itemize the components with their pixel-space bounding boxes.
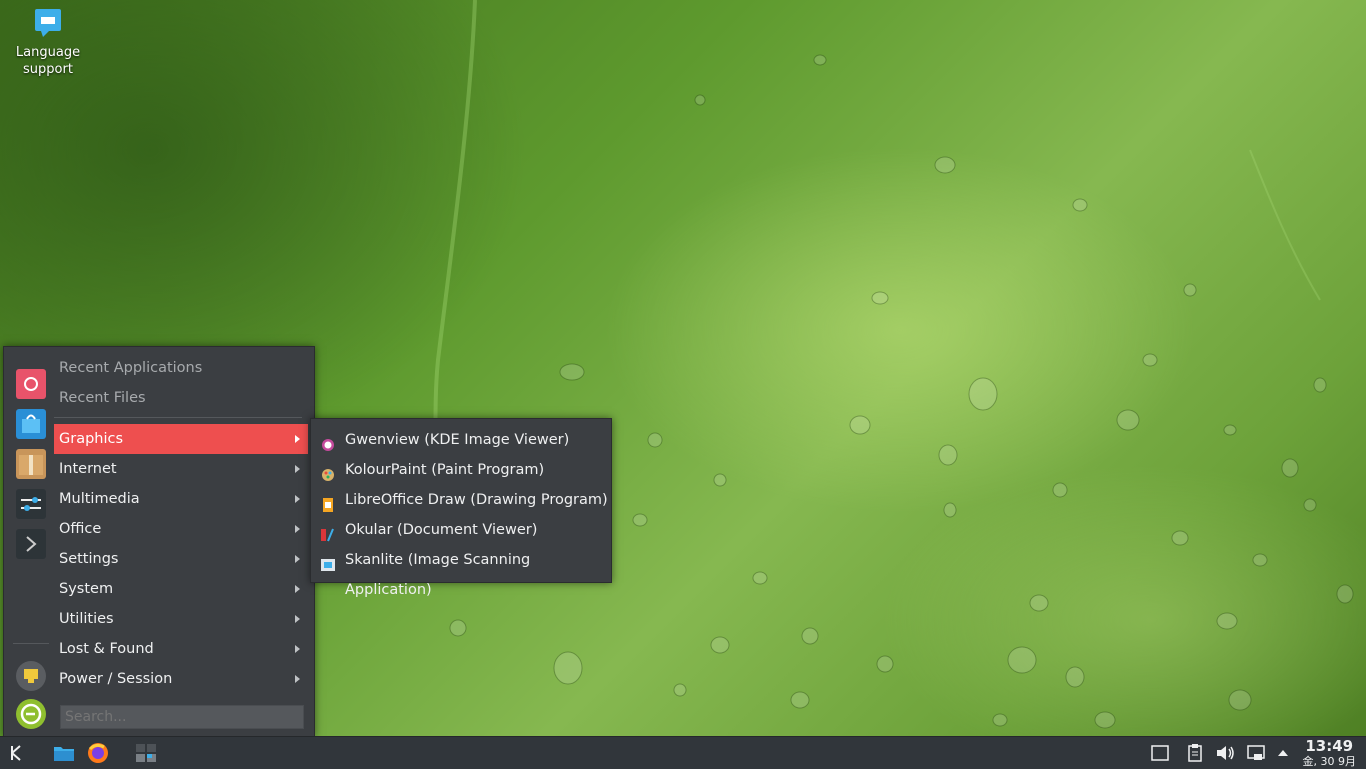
chevron-right-icon — [295, 615, 300, 623]
firefox-icon[interactable] — [86, 741, 110, 765]
menu-item-label: Recent Files — [59, 390, 146, 406]
chevron-right-icon — [295, 555, 300, 563]
menu-item-label: Power / Session — [59, 671, 173, 687]
chevron-right-icon — [295, 525, 300, 533]
chevron-right-icon — [295, 435, 300, 443]
menu-item-multimedia[interactable]: Multimedia — [54, 484, 308, 514]
okular-icon — [321, 523, 335, 542]
favorites-sidebar — [10, 355, 54, 729]
taskbar: 13:49 金, 30 9月 — [0, 736, 1366, 769]
menu-item-label: Internet — [59, 461, 117, 477]
show-desktop-icon[interactable] — [1148, 741, 1172, 765]
menu-separator — [54, 417, 302, 418]
submenu-item-okular[interactable]: Okular (Document Viewer) — [311, 515, 611, 545]
graphics-submenu: Gwenview (KDE Image Viewer) KolourPaint … — [310, 418, 612, 598]
sidebar-separator — [13, 643, 49, 644]
menu-item-internet[interactable]: Internet — [54, 454, 308, 484]
submenu-item-label: LibreOffice Draw (Drawing Program) — [345, 492, 608, 508]
discover-store-icon[interactable] — [16, 409, 46, 439]
submenu-item-label: Okular (Document Viewer) — [345, 522, 538, 538]
menu-item-graphics[interactable]: Graphics — [54, 424, 308, 454]
clock-date: 金, 30 9月 — [1302, 755, 1357, 768]
menu-item-label: Office — [59, 521, 102, 537]
chevron-right-icon — [295, 585, 300, 593]
menu-item-label: Multimedia — [59, 491, 140, 507]
submenu-item-skanlite[interactable]: Skanlite (Image Scanning Application) — [311, 545, 611, 598]
menu-item-label: Lost & Found — [59, 641, 154, 657]
debian-icon[interactable] — [16, 369, 46, 399]
language-support-icon — [31, 6, 65, 40]
chevron-right-icon — [295, 495, 300, 503]
menu-category-list: Recent Applications Recent Files Graphic… — [54, 353, 308, 694]
file-manager-icon[interactable] — [52, 741, 76, 765]
terminal-icon[interactable] — [16, 529, 46, 559]
menu-item-label: Recent Applications — [59, 360, 203, 376]
submenu-item-gwenview[interactable]: Gwenview (KDE Image Viewer) — [311, 425, 611, 455]
desktop-icon-label: Language support — [15, 45, 81, 77]
clock-time: 13:49 — [1305, 737, 1354, 755]
clipboard-icon[interactable] — [1183, 741, 1207, 765]
chevron-right-icon — [295, 465, 300, 473]
lock-screen-icon[interactable] — [16, 661, 46, 691]
system-settings-icon[interactable] — [16, 489, 46, 519]
libreoffice-draw-icon — [321, 493, 335, 512]
submenu-item-libreoffice-draw[interactable]: LibreOffice Draw (Drawing Program) — [311, 485, 611, 515]
chevron-right-icon — [295, 675, 300, 683]
submenu-item-label: Skanlite (Image Scanning Application) — [345, 552, 531, 598]
menu-item-power-session[interactable]: Power / Session — [54, 664, 308, 694]
gwenview-icon — [321, 433, 335, 451]
menu-item-label: System — [59, 581, 114, 597]
skanlite-icon — [321, 553, 335, 571]
menu-item-recent-files[interactable]: Recent Files — [54, 383, 308, 413]
menu-item-office[interactable]: Office — [54, 514, 308, 544]
menu-item-utilities[interactable]: Utilities — [54, 604, 308, 634]
logout-icon[interactable] — [16, 699, 46, 729]
kolourpaint-icon — [321, 463, 335, 481]
chevron-right-icon — [295, 645, 300, 653]
menu-item-recent-applications[interactable]: Recent Applications — [54, 353, 308, 383]
pager-icon[interactable] — [134, 741, 158, 765]
volume-icon[interactable] — [1213, 741, 1237, 765]
submenu-item-label: KolourPaint (Paint Program) — [345, 462, 545, 478]
menu-item-label: Settings — [59, 551, 119, 567]
package-icon[interactable] — [16, 449, 46, 479]
menu-item-lost-and-found[interactable]: Lost & Found — [54, 634, 308, 664]
menu-item-settings[interactable]: Settings — [54, 544, 308, 574]
application-menu: Recent Applications Recent Files Graphic… — [3, 346, 315, 737]
network-icon[interactable] — [1244, 741, 1268, 765]
menu-item-label: Utilities — [59, 611, 114, 627]
menu-item-system[interactable]: System — [54, 574, 308, 604]
menu-item-label: Graphics — [59, 431, 124, 447]
menu-search-input[interactable] — [60, 705, 304, 729]
submenu-item-kolourpaint[interactable]: KolourPaint (Paint Program) — [311, 455, 611, 485]
desktop-icon-language-support[interactable]: Language support — [8, 6, 88, 78]
submenu-item-label: Gwenview (KDE Image Viewer) — [345, 432, 570, 448]
digital-clock[interactable]: 13:49 金, 30 9月 — [1302, 737, 1357, 769]
kde-launcher-icon[interactable] — [4, 741, 28, 765]
tray-expand-icon[interactable] — [1271, 741, 1295, 765]
